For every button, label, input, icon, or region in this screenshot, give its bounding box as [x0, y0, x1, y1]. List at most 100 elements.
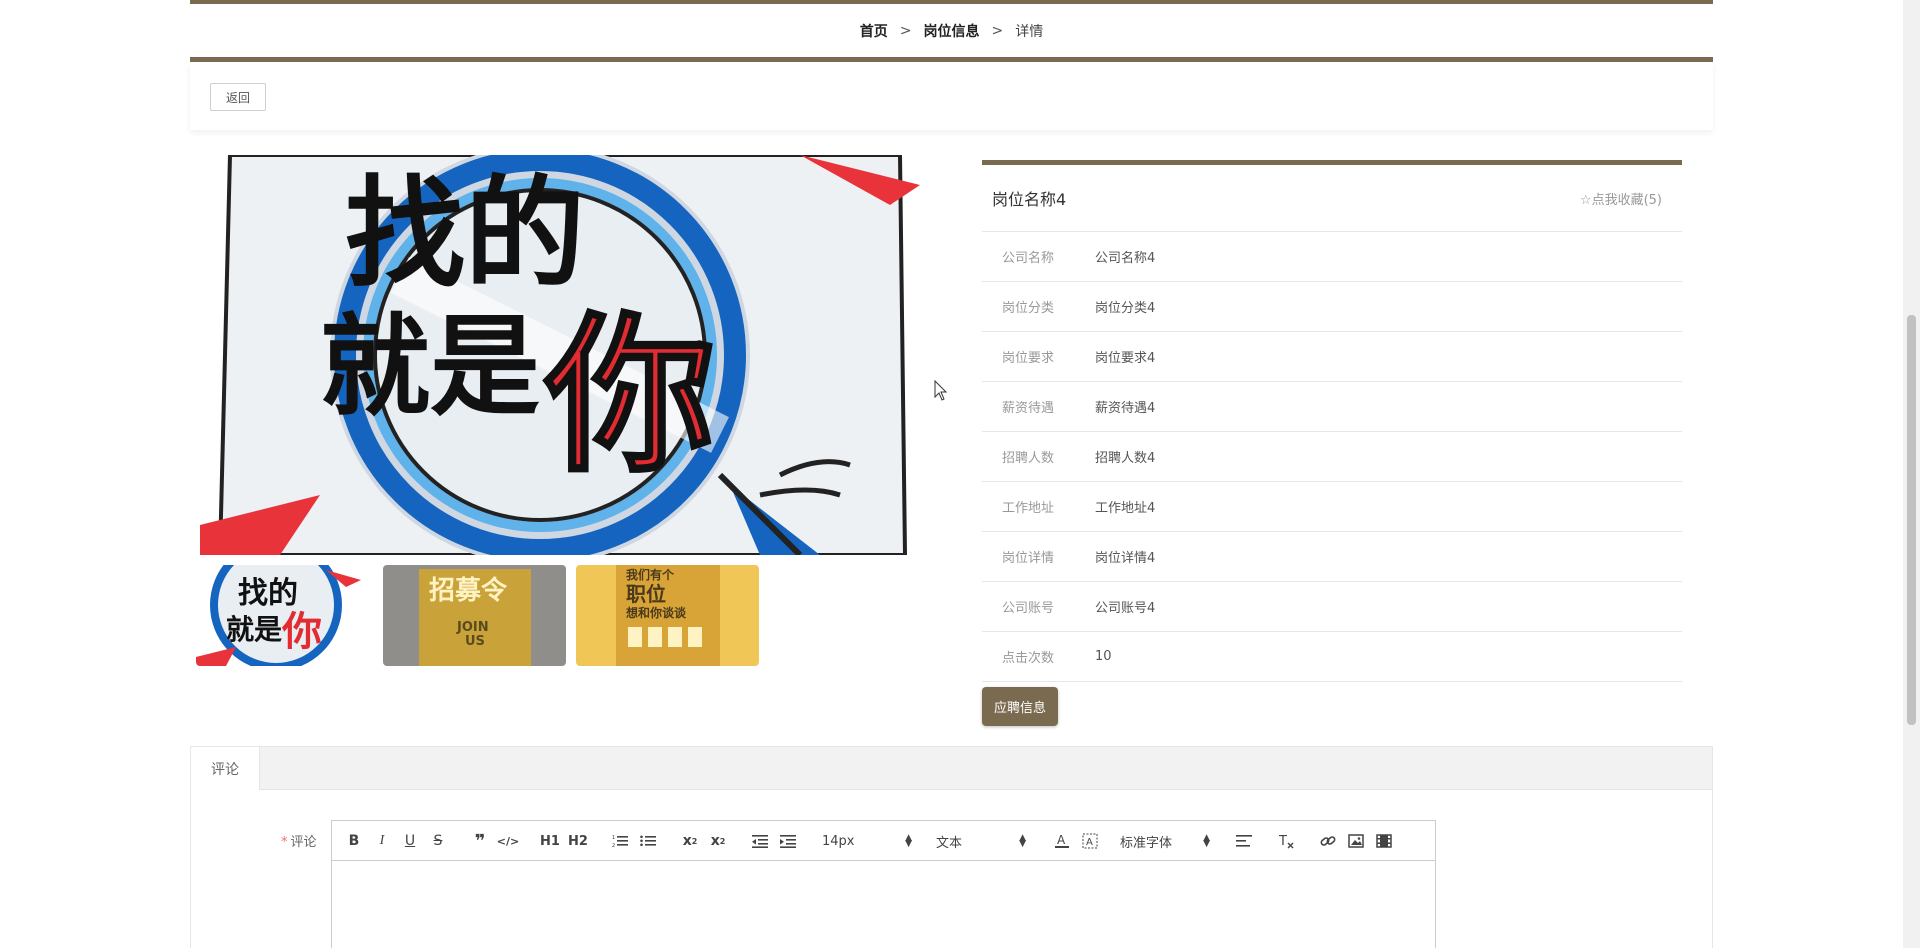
font-size-value: 14px: [822, 833, 855, 849]
field-label: 岗位要求: [1002, 351, 1055, 366]
back-button[interactable]: 返回: [210, 83, 266, 111]
job-detail-panel: 岗位名称4 ☆点我收藏(5) 公司名称 公司名称4 岗位分类 岗位分类4 岗位要…: [982, 160, 1682, 682]
field-value: 公司名称4: [1095, 251, 1156, 266]
superscript-icon[interactable]: x2: [706, 821, 730, 861]
bullet-list-icon[interactable]: [636, 821, 660, 861]
select-arrows-icon: ▲ ▼: [1019, 833, 1026, 849]
thumbnail-1-line3: 你: [281, 609, 322, 655]
video-icon[interactable]: [1372, 821, 1396, 861]
ordered-list-icon[interactable]: 12: [608, 821, 632, 861]
breadcrumb-separator: >: [899, 22, 912, 39]
thumbnail-3[interactable]: 我们有个 职位 想和你谈谈: [576, 565, 759, 666]
code-block-icon[interactable]: </>: [496, 821, 520, 861]
detail-row-company-name: 公司名称 公司名称4: [982, 232, 1682, 282]
text-format-select[interactable]: 文本 ▲ ▼: [932, 821, 1030, 861]
detail-row-address: 工作地址 工作地址4: [982, 482, 1682, 532]
svg-text:2: 2: [612, 843, 615, 848]
comment-field-label: * 评论: [281, 831, 317, 850]
font-family-value: 标准字体: [1120, 835, 1173, 851]
field-label: 点击次数: [1002, 651, 1055, 666]
svg-text:T: T: [1278, 834, 1287, 849]
field-label: 薪资待遇: [1002, 401, 1055, 416]
back-row: 返回: [190, 62, 1713, 130]
job-title: 岗位名称4: [992, 190, 1067, 209]
thumbnail-3-line2: 职位: [626, 582, 666, 606]
main-image-line1: 找的: [345, 165, 585, 304]
clear-format-icon[interactable]: T: [1274, 821, 1298, 861]
detail-row-headcount: 招聘人数 招聘人数4: [982, 432, 1682, 482]
field-value: 岗位详情4: [1095, 551, 1156, 566]
font-size-select[interactable]: 14px ▲ ▼: [818, 821, 916, 861]
comment-section: 评论 * 评论 B I U S ❞ </> H1 H2 12 x2 x2 14p…: [190, 746, 1713, 948]
detail-row-description: 岗位详情 岗位详情4: [982, 532, 1682, 582]
text-format-value: 文本: [936, 835, 963, 851]
image-icon[interactable]: [1344, 821, 1368, 861]
field-value: 招聘人数4: [1095, 451, 1156, 466]
outdent-icon[interactable]: [748, 821, 772, 861]
field-value: 公司账号4: [1095, 601, 1156, 616]
detail-row-requirements: 岗位要求 岗位要求4: [982, 332, 1682, 382]
breadcrumb-current: 详情: [1015, 23, 1044, 40]
breadcrumb-separator: >: [991, 22, 1004, 39]
thumbnail-3-line1: 我们有个: [626, 567, 675, 582]
thumbnail-2-title: 招募令: [429, 575, 508, 606]
thumbnail-2-join: JOIN: [456, 620, 489, 635]
background-color-icon[interactable]: A: [1078, 821, 1102, 861]
heading-2-icon[interactable]: H2: [566, 821, 590, 861]
detail-row-salary: 薪资待遇 薪资待遇4: [982, 382, 1682, 432]
detail-row-company-account: 公司账号 公司账号4: [982, 582, 1682, 632]
font-color-icon[interactable]: A: [1050, 821, 1074, 861]
editor-toolbar: B I U S ❞ </> H1 H2 12 x2 x2 14px ▲ ▼ 文本…: [332, 821, 1435, 861]
indent-icon[interactable]: [776, 821, 800, 861]
blockquote-icon[interactable]: ❞: [468, 821, 492, 861]
italic-icon[interactable]: I: [370, 821, 394, 861]
main-image-line3: 你: [544, 298, 715, 496]
page-scrollbar[interactable]: [1903, 0, 1920, 948]
detail-header: 岗位名称4 ☆点我收藏(5): [982, 165, 1682, 232]
thumbnail-1-line1: 找的: [238, 576, 298, 611]
align-left-icon[interactable]: [1232, 821, 1256, 861]
select-arrows-icon: ▲ ▼: [1203, 833, 1210, 849]
comment-label-text: 评论: [290, 835, 317, 850]
tab-comments[interactable]: 评论: [191, 747, 260, 790]
thumbnail-1-line2: 就是: [226, 613, 282, 646]
thumbnail-2-us: US: [465, 634, 485, 649]
strikethrough-icon[interactable]: S: [426, 821, 450, 861]
breadcrumb-home[interactable]: 首页: [860, 21, 888, 41]
underline-icon[interactable]: U: [398, 821, 422, 861]
apply-button[interactable]: 应聘信息: [982, 687, 1058, 726]
breadcrumb: 首页 > 岗位信息 > 详情: [190, 0, 1713, 62]
main-image-line2: 就是: [320, 303, 540, 431]
thumbnail-2[interactable]: 招募令 JOIN US: [383, 565, 566, 666]
thumbnail-1[interactable]: 找的 就是 你: [196, 565, 379, 666]
field-value: 岗位要求4: [1095, 351, 1156, 366]
thumbnail-3-line3: 想和你谈谈: [625, 605, 687, 620]
svg-text:A: A: [1086, 837, 1093, 848]
comment-tabs: 评论: [191, 747, 1712, 790]
breadcrumb-section[interactable]: 岗位信息: [924, 21, 980, 41]
detail-row-clicks: 点击次数 10: [982, 632, 1682, 682]
field-value: 薪资待遇4: [1095, 401, 1156, 416]
field-label: 岗位详情: [1002, 551, 1055, 566]
field-value: 10: [1095, 649, 1112, 664]
field-label: 公司账号: [1002, 601, 1055, 616]
bold-icon[interactable]: B: [342, 821, 366, 861]
select-arrows-icon: ▲ ▼: [905, 833, 912, 849]
rich-text-editor: B I U S ❞ </> H1 H2 12 x2 x2 14px ▲ ▼ 文本…: [331, 820, 1436, 948]
subscript-icon[interactable]: x2: [678, 821, 702, 861]
mouse-cursor-icon: [934, 380, 948, 401]
favorite-button[interactable]: ☆点我收藏(5): [1580, 189, 1662, 208]
svg-text:1: 1: [612, 835, 615, 841]
detail-row-category: 岗位分类 岗位分类4: [982, 282, 1682, 332]
field-label: 招聘人数: [1002, 451, 1055, 466]
link-icon[interactable]: [1316, 821, 1340, 861]
required-mark: *: [281, 835, 288, 850]
field-value: 岗位分类4: [1095, 301, 1156, 316]
heading-1-icon[interactable]: H1: [538, 821, 562, 861]
editor-content-area[interactable]: [332, 861, 1435, 948]
scrollbar-thumb[interactable]: [1907, 315, 1916, 725]
font-family-select[interactable]: 标准字体 ▲ ▼: [1116, 821, 1214, 861]
field-label: 岗位分类: [1002, 301, 1055, 316]
field-label: 工作地址: [1002, 501, 1055, 516]
field-value: 工作地址4: [1095, 501, 1156, 516]
